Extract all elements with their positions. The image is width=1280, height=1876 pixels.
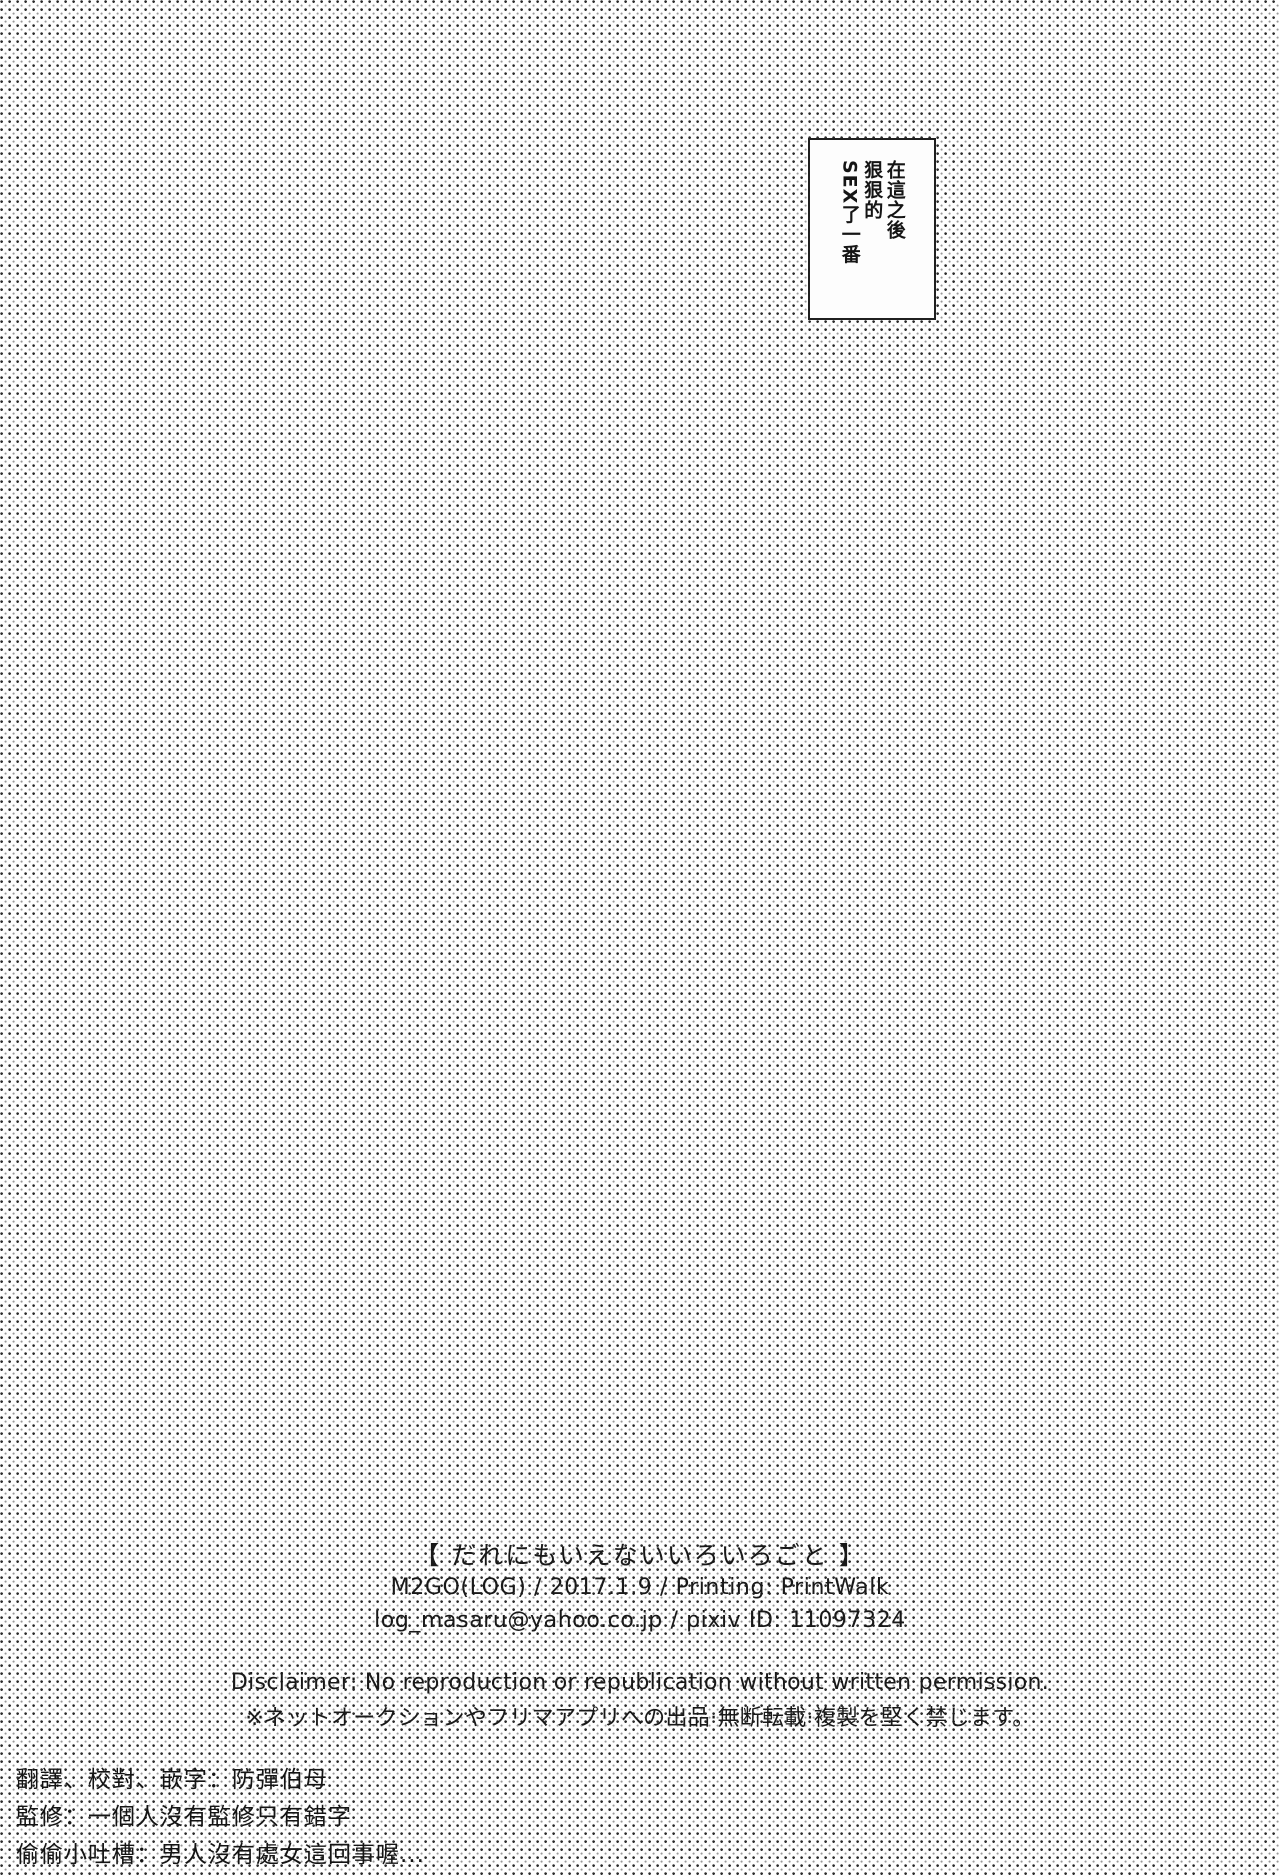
narration-column-2: 狠狠的 xyxy=(861,160,884,220)
work-title: 【 だれにもいえないいろいろごと 】 xyxy=(414,1541,866,1570)
disclaimer-english: Disclaimer: No reproduction or republica… xyxy=(230,1670,1050,1695)
circle-print-info: M2GO(LOG) / 2017.1.9 / Printing: PrintWa… xyxy=(390,1575,890,1601)
credit-aside-comment: 偷偷小吐槽：男人沒有處女這回事喔... xyxy=(16,1841,425,1868)
disclaimer-japanese: ※ネットオークションやフリマアプリへの出品·無断転載·複製を堅く禁じます。 xyxy=(245,1705,1035,1731)
narration-column-1: 在這之後 xyxy=(883,160,906,240)
credit-translation: 翻譯、校對、嵌字：防彈伯母 xyxy=(16,1767,328,1793)
narration-column-3: SEX了一番 xyxy=(838,160,861,265)
doujinshi-colophon-page: 在這之後 狠狠的 SEX了一番 【 だれにもいえないいろいろごと 】 M2GO(… xyxy=(0,0,1280,1876)
credit-supervision: 監修：一個人沒有監修只有錯字 xyxy=(16,1804,352,1831)
narration-text-box: 在這之後 狠狠的 SEX了一番 xyxy=(808,138,936,320)
colophon-block: 【 だれにもいえないいろいろごと 】 M2GO(LOG) / 2017.1.9 … xyxy=(0,1540,1280,1637)
translation-credits-block: 翻譯、校對、嵌字：防彈伯母 監修：一個人沒有監修只有錯字 偷偷小吐槽：男人沒有處… xyxy=(16,1762,425,1874)
disclaimer-block: Disclaimer: No reproduction or republica… xyxy=(0,1665,1280,1736)
contact-info: log_masaru@yahoo.co.jp / pixiv ID: 11097… xyxy=(374,1608,906,1634)
